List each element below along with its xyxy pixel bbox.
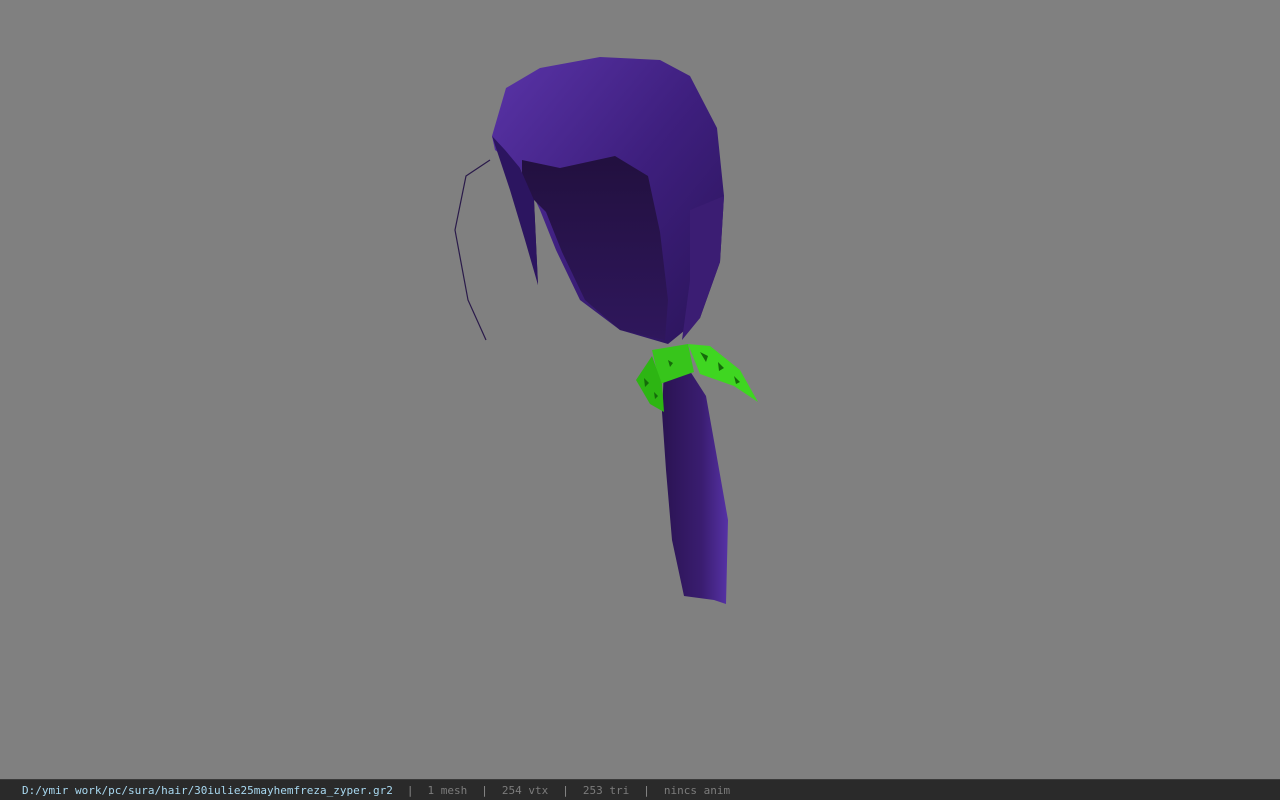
animation-status: nincs anim bbox=[663, 783, 731, 797]
hair-strand-wire bbox=[454, 159, 491, 341]
file-path: D:/ymir work/pc/sura/hair/30iulie25mayhe… bbox=[22, 783, 393, 797]
separator: | bbox=[562, 783, 569, 797]
mesh-count: 1 mesh bbox=[427, 783, 468, 797]
triangle-count: 253 tri bbox=[582, 783, 630, 797]
hair-inner bbox=[522, 156, 668, 340]
separator: | bbox=[643, 783, 650, 797]
vertex-count: 254 vtx bbox=[501, 783, 549, 797]
separator: | bbox=[406, 783, 414, 797]
hair-model-render bbox=[454, 57, 758, 604]
hair-ponytail bbox=[662, 368, 728, 604]
separator: | bbox=[481, 783, 488, 797]
3d-viewport[interactable] bbox=[0, 0, 1280, 779]
status-bar: D:/ymir work/pc/sura/hair/30iulie25mayhe… bbox=[0, 779, 1280, 800]
